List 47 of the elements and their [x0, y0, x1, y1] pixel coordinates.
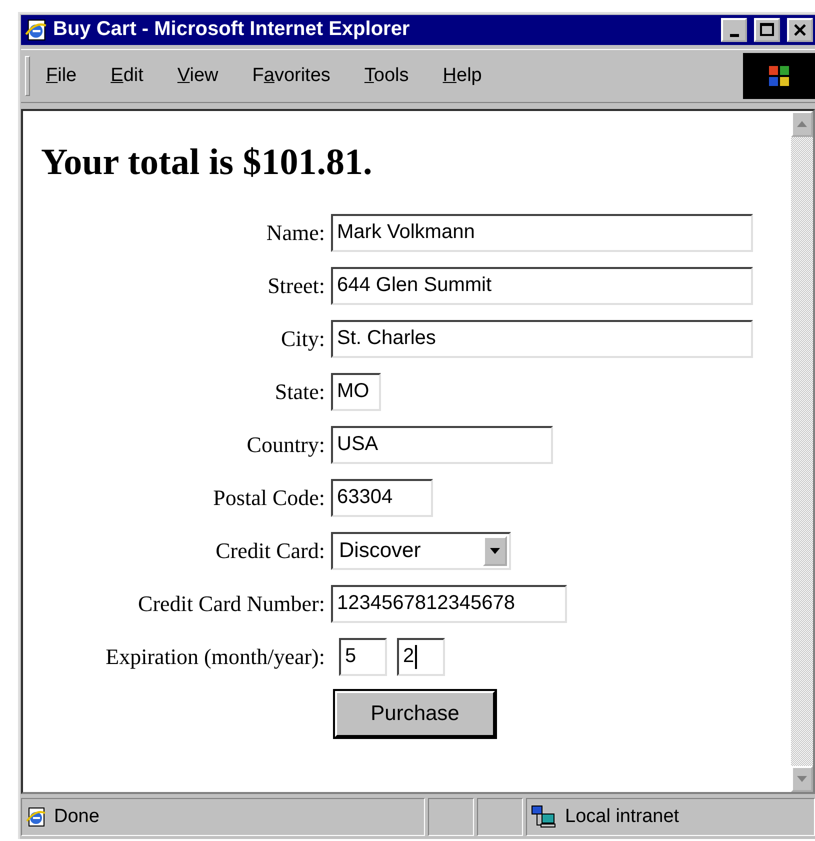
status-panel: [428, 798, 474, 836]
purchase-button[interactable]: Purchase: [335, 690, 495, 737]
field-label: Credit Card Number:: [137, 590, 325, 617]
zone-text: Local intranet: [565, 806, 680, 828]
minimize-icon: [730, 34, 738, 38]
field-label: Street:: [266, 272, 325, 299]
text-field[interactable]: Mark Volkmann: [331, 214, 753, 252]
menu-item[interactable]: File: [46, 64, 77, 87]
text-field[interactable]: 5: [339, 638, 387, 676]
text-field[interactable]: 1234567812345678: [331, 584, 567, 623]
scroll-down-arrow-icon: [797, 776, 807, 782]
field-label: Country:: [246, 432, 325, 458]
menu-item[interactable]: Tools: [364, 64, 409, 87]
text-field[interactable]: 63304: [331, 478, 433, 517]
menu-item[interactable]: Edit: [110, 64, 144, 87]
menu-item[interactable]: Help: [442, 64, 482, 87]
menu-item[interactable]: View: [177, 64, 218, 87]
text-cursor: [415, 644, 418, 669]
network-computers-icon: [531, 805, 557, 830]
text-field[interactable]: MO: [331, 372, 381, 411]
menu-item[interactable]: Favorites: [252, 64, 330, 87]
text-field[interactable]: St. Charles: [331, 320, 753, 358]
ie-logo-icon: [26, 807, 46, 828]
maximize-button[interactable]: [754, 18, 780, 42]
maximize-icon: [760, 22, 774, 37]
windows-flag-icon: [743, 52, 815, 99]
status-panel: [477, 798, 523, 836]
window-title: Buy Cart - Microsoft Internet Explorer: [53, 18, 411, 42]
total-heading: Your total is $101.81.: [41, 140, 374, 184]
field-label: Credit Card:: [214, 538, 325, 564]
field-label: Expiration (month/year):: [104, 644, 325, 670]
text-field[interactable]: 2: [397, 638, 445, 676]
dropdown-arrow-icon: [490, 548, 500, 554]
scrollbar[interactable]: [791, 110, 813, 792]
scroll-up-arrow-icon: [797, 120, 807, 127]
field-label: State:: [274, 378, 325, 405]
close-button[interactable]: [787, 18, 813, 42]
dropdown-select[interactable]: Discover: [331, 532, 511, 570]
field-label: Postal Code:: [212, 484, 325, 511]
close-icon: [793, 22, 807, 37]
ie-logo-icon: [25, 18, 47, 41]
field-label: Name:: [265, 220, 325, 246]
status-text: Done: [54, 806, 100, 828]
text-field[interactable]: USA: [331, 426, 553, 464]
field-label: City:: [280, 326, 325, 352]
text-field[interactable]: 644 Glen Summit: [331, 266, 753, 305]
minimize-button[interactable]: [721, 18, 747, 42]
